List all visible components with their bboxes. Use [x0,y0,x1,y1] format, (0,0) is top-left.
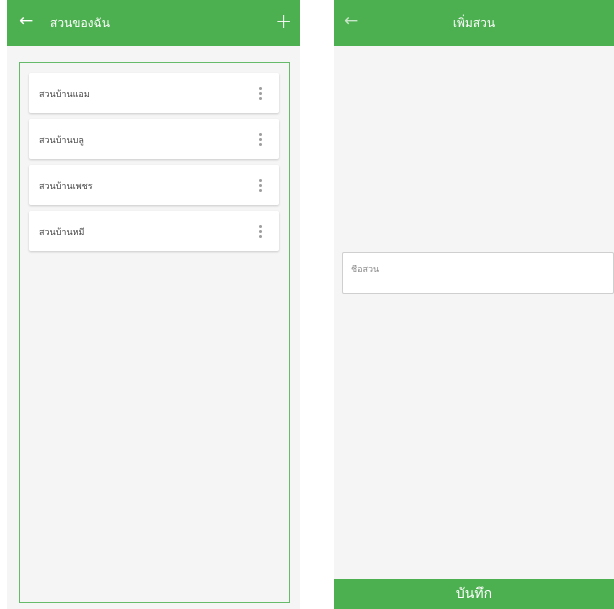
garden-list-item[interactable]: สวนบ้านเพชร [29,165,279,205]
my-gardens-screen: ← สวนของฉัน + สวนบ้านแอม สวนบ้านบลู สวนบ… [7,0,300,609]
garden-list: สวนบ้านแอม สวนบ้านบลู สวนบ้านเพชร สวนบ้า… [19,62,290,603]
garden-name: สวนบ้านเพชร [39,182,93,192]
save-button[interactable]: บันทึก [334,579,614,609]
app-bar: ← เพิ่มสวน [334,0,614,46]
garden-name-field[interactable] [342,252,614,294]
garden-name: สวนบ้านบลู [39,136,84,146]
more-vertical-icon[interactable] [255,220,265,242]
more-vertical-icon[interactable] [255,128,265,150]
app-bar: ← สวนของฉัน + [7,0,300,46]
garden-name: สวนบ้านแอม [39,90,90,100]
garden-name: สวนบ้านหมี [39,228,85,238]
garden-list-item[interactable]: สวนบ้านบลู [29,119,279,159]
page-title: เพิ่มสวน [452,16,496,30]
more-vertical-icon[interactable] [255,82,265,104]
garden-name-input[interactable] [351,265,591,275]
back-arrow-icon[interactable]: ← [19,13,33,30]
add-garden-button[interactable]: + [275,11,292,31]
garden-list-item[interactable]: สวนบ้านหมี [29,211,279,251]
page-title: สวนของฉัน [50,16,110,30]
garden-list-item[interactable]: สวนบ้านแอม [29,73,279,113]
add-garden-screen: ← เพิ่มสวน บันทึก [334,0,614,609]
more-vertical-icon[interactable] [255,174,265,196]
